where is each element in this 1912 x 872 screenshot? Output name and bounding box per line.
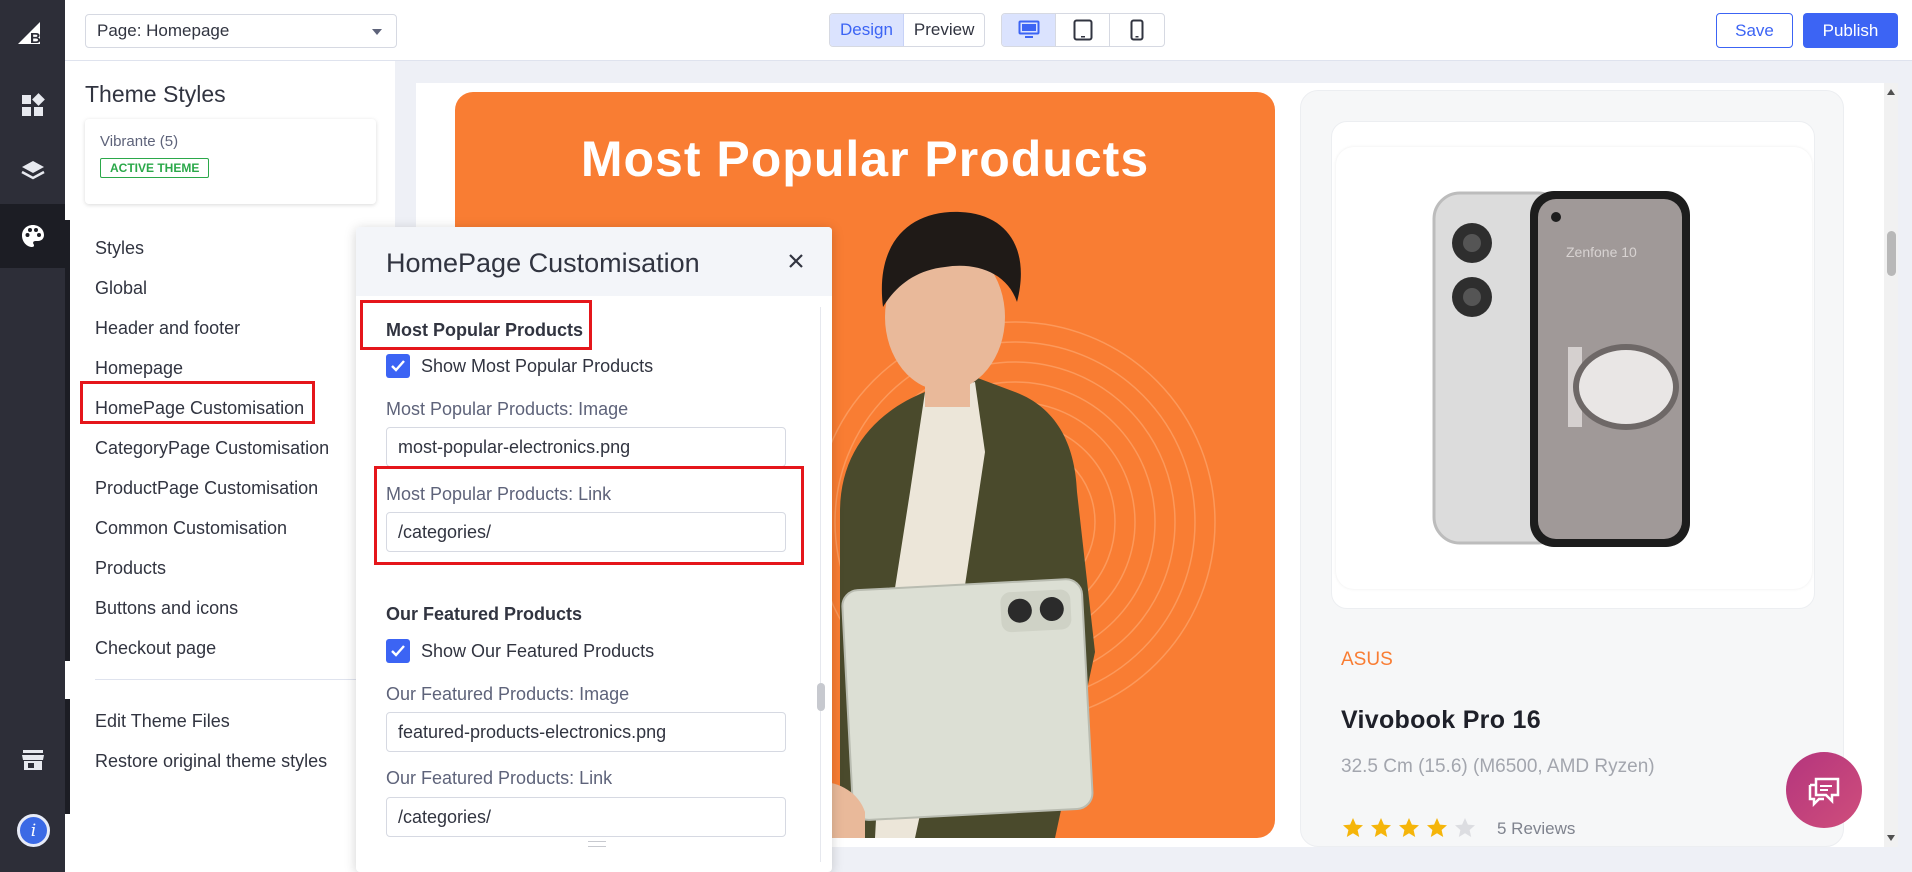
info-icon[interactable]: i (17, 814, 50, 847)
star-filled-icon (1371, 818, 1391, 837)
checkbox-label: Show Our Featured Products (421, 640, 655, 661)
checkbox-label: Show Most Popular Products (421, 355, 654, 376)
featured-link-label: Our Featured Products: Link (386, 768, 613, 788)
show-most-popular-checkbox[interactable]: Show Most Popular Products (386, 354, 653, 378)
chevron-down-icon (372, 29, 382, 35)
menu-item-categorypage-customisation[interactable]: CategoryPage Customisation (95, 428, 329, 468)
active-theme-card: Vibrante (5) ACTIVE THEME (85, 119, 376, 204)
scrollbar-thumb[interactable] (817, 683, 825, 711)
checkbox-checked-icon[interactable] (386, 639, 410, 663)
theme-files-menu: Edit Theme Files Restore original theme … (95, 701, 327, 781)
svg-text:Zenfone 10: Zenfone 10 (1566, 244, 1637, 260)
device-toggle (1001, 13, 1165, 47)
menu-item-styles[interactable]: Styles (95, 228, 329, 268)
resize-handle[interactable] (588, 841, 606, 847)
menu-item-buttons-icons[interactable]: Buttons and icons (95, 588, 329, 628)
star-empty-icon (1455, 818, 1475, 837)
storefront-icon[interactable] (0, 728, 65, 792)
layers-icon[interactable] (0, 139, 65, 203)
preview-scrollbar[interactable] (1884, 83, 1898, 847)
modal-title: HomePage Customisation (386, 248, 700, 278)
desktop-icon[interactable] (1002, 14, 1056, 46)
most-popular-image-label: Most Popular Products: Image (386, 399, 629, 419)
scrollbar-track (820, 307, 821, 862)
menu-accent-bar (65, 220, 70, 661)
star-filled-icon (1427, 818, 1447, 837)
theme-name: Vibrante (5) (100, 133, 179, 150)
menu-item-restore-styles[interactable]: Restore original theme styles (95, 741, 327, 781)
theme-styles-panel: Theme Styles Vibrante (5) ACTIVE THEME S… (65, 61, 395, 872)
modal-header: HomePage Customisation (356, 227, 832, 296)
star-filled-icon (1343, 818, 1363, 837)
homepage-customisation-modal: HomePage Customisation Most Popular Prod… (356, 227, 832, 872)
menu-item-checkout-page[interactable]: Checkout page (95, 628, 329, 668)
top-toolbar: Page: Homepage Design Preview Save Publi… (65, 0, 1912, 61)
menu-item-global[interactable]: Global (95, 268, 329, 308)
chat-icon[interactable] (1786, 752, 1862, 828)
checkbox-checked-icon[interactable] (386, 354, 410, 378)
page-select-value: Page: Homepage (97, 21, 230, 40)
bigcommerce-logo-icon[interactable]: B (14, 14, 50, 50)
menu-item-common-customisation[interactable]: Common Customisation (95, 508, 329, 548)
save-button[interactable]: Save (1716, 13, 1793, 48)
tablet-icon[interactable] (1056, 14, 1110, 46)
styles-menu: Styles Global Header and footer Homepage… (95, 228, 329, 668)
product-image: Zenfone 10 (1336, 147, 1812, 589)
mobile-icon[interactable] (1110, 14, 1164, 46)
product-card[interactable]: Zenfone 10 ASUS Vivobook Pro 16 32.5 Cm … (1300, 90, 1844, 847)
svg-text:B: B (30, 30, 41, 47)
publish-button[interactable]: Publish (1803, 13, 1898, 48)
product-name[interactable]: Vivobook Pro 16 (1341, 706, 1541, 735)
scrollbar-thumb[interactable] (1887, 231, 1896, 276)
section-title-featured: Our Featured Products (386, 604, 583, 624)
scroll-up-arrow-icon[interactable] (1887, 89, 1895, 95)
preview-mode-button[interactable]: Preview (904, 14, 984, 46)
menu-item-products[interactable]: Products (95, 548, 329, 588)
review-count[interactable]: 5 Reviews (1497, 819, 1575, 839)
highlight-box (374, 466, 804, 565)
menu-item-edit-theme-files[interactable]: Edit Theme Files (95, 701, 327, 741)
design-mode-button[interactable]: Design (830, 14, 904, 46)
highlight-box (80, 381, 315, 424)
featured-image-label: Our Featured Products: Image (386, 684, 630, 704)
product-image-frame: Zenfone 10 (1331, 121, 1815, 609)
show-featured-checkbox[interactable]: Show Our Featured Products (386, 639, 654, 663)
menu-item-productpage-customisation[interactable]: ProductPage Customisation (95, 468, 329, 508)
menu-item-header-footer[interactable]: Header and footer (95, 308, 329, 348)
mode-toggle: Design Preview (829, 13, 986, 47)
app-rail: B i (0, 0, 65, 872)
star-filled-icon (1399, 818, 1419, 837)
product-brand: ASUS (1341, 649, 1393, 670)
close-icon[interactable] (784, 249, 808, 273)
rating-stars (1341, 816, 1477, 840)
widgets-icon[interactable] (0, 74, 65, 138)
modal-scrollbar[interactable] (816, 307, 826, 862)
menu-accent-bar (65, 699, 70, 814)
most-popular-image-input[interactable] (386, 427, 786, 467)
page-select[interactable]: Page: Homepage (85, 14, 397, 48)
featured-image-input[interactable] (386, 712, 786, 752)
panel-title: Theme Styles (85, 81, 226, 107)
menu-divider (95, 679, 365, 680)
theme-palette-icon[interactable] (0, 204, 65, 268)
status-badge: ACTIVE THEME (100, 158, 210, 178)
highlight-box (360, 300, 592, 350)
product-description: 32.5 Cm (15.6) (M6500, AMD Ryzen) (1341, 756, 1655, 777)
featured-link-input[interactable] (386, 797, 786, 837)
scroll-down-arrow-icon[interactable] (1887, 835, 1895, 841)
